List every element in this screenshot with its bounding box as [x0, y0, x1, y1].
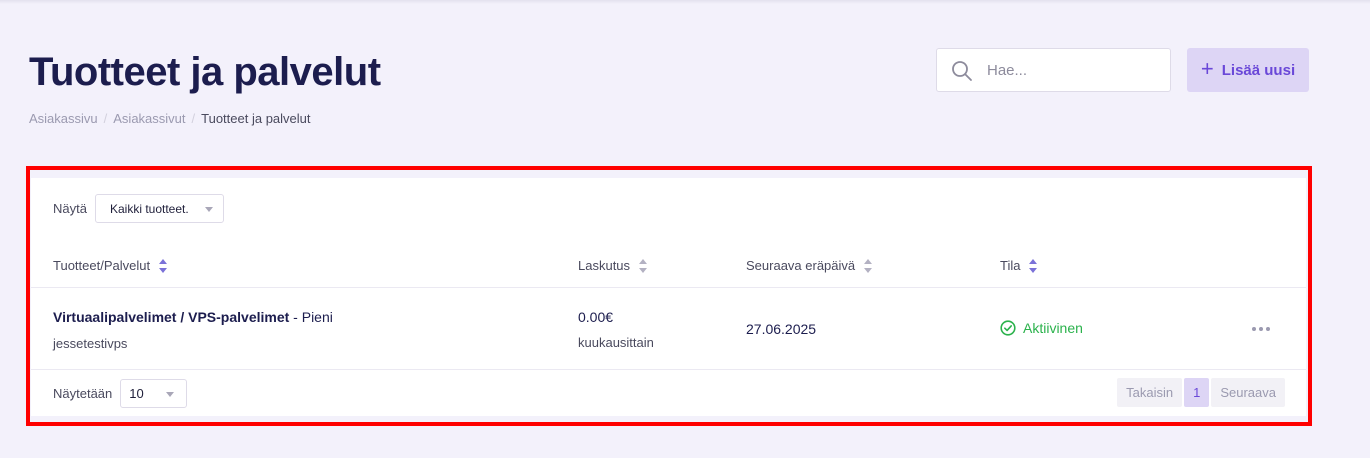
breadcrumb-item-asiakassivu[interactable]: Asiakassivu: [29, 111, 98, 126]
column-header-next-due[interactable]: Seuraava eräpäivä: [746, 258, 873, 273]
status-badge: Aktiivinen: [1000, 320, 1083, 336]
status-label: Aktiivinen: [1023, 320, 1083, 336]
plus-icon: +: [1200, 56, 1214, 81]
page-title: Tuotteet ja palvelut: [29, 50, 381, 94]
more-actions-icon[interactable]: [1252, 327, 1270, 331]
billing-amount: 0.00€: [578, 309, 614, 325]
column-header-status[interactable]: Tila: [1000, 258, 1038, 273]
column-header-label: Laskutus: [578, 258, 631, 273]
product-name[interactable]: Virtuaalipalvelimet / VPS-palvelimet: [53, 309, 289, 325]
billing-cycle: kuukausittain: [578, 335, 654, 350]
column-header-label: Tila: [1000, 258, 1021, 273]
product-filter-value: Kaikki tuotteet.: [109, 201, 189, 216]
filter-label: Näytä: [53, 201, 87, 216]
column-header-label: Seuraava eräpäivä: [746, 258, 856, 273]
page-button-current[interactable]: 1: [1184, 378, 1210, 407]
column-header-billing[interactable]: Laskutus: [578, 258, 648, 273]
check-circle-icon: [1000, 320, 1016, 336]
sort-icon: [159, 258, 168, 273]
top-bar-shadow: [0, 0, 1370, 4]
table-footer: Näytetään 10 Takaisin 1 Seuraava: [31, 371, 1306, 416]
table-header: Tuotteet/Palvelut Laskutus Seuraava eräp…: [31, 256, 1306, 288]
search-icon: [951, 60, 973, 82]
add-new-label: Lisää uusi: [1221, 61, 1296, 79]
sort-icon: [864, 258, 873, 273]
breadcrumb-item-current: Tuotteet ja palvelut: [201, 111, 311, 126]
chevron-down-icon: [166, 392, 175, 397]
breadcrumb-separator: /: [103, 111, 108, 126]
breadcrumb: Asiakassivu / Asiakassivut / Tuotteet ja…: [29, 111, 311, 126]
sort-icon: [639, 258, 648, 273]
products-card: Näytä Kaikki tuotteet. Tuotteet/Palvelut…: [31, 178, 1306, 416]
due-date: 27.06.2025: [746, 321, 817, 337]
per-page-label: Näytetään: [53, 386, 113, 401]
per-page-select[interactable]: 10: [120, 379, 188, 408]
add-new-button[interactable]: + Lisää uusi: [1187, 48, 1309, 92]
per-page-value: 10: [129, 386, 144, 401]
column-header-products[interactable]: Tuotteet/Palvelut: [53, 258, 168, 273]
breadcrumb-separator: /: [191, 111, 196, 126]
pagination: Takaisin 1 Seuraava: [1117, 378, 1285, 407]
product-variant: - Pieni: [289, 309, 333, 325]
previous-page-button[interactable]: Takaisin: [1117, 378, 1183, 407]
next-page-button[interactable]: Seuraava: [1211, 378, 1285, 407]
breadcrumb-item-asiakassivut[interactable]: Asiakassivut: [113, 111, 185, 126]
billing-cell: 0.00€ kuukausittain: [578, 309, 654, 350]
chevron-down-icon: [204, 207, 213, 212]
filter-row: Näytä Kaikki tuotteet.: [53, 194, 224, 223]
column-header-label: Tuotteet/Palvelut: [53, 258, 151, 273]
product-cell: Virtuaalipalvelimet / VPS-palvelimet - P…: [53, 309, 333, 351]
table-row[interactable]: Virtuaalipalvelimet / VPS-palvelimet - P…: [31, 289, 1306, 370]
product-domain: jessetestivps: [53, 336, 128, 351]
product-filter-select[interactable]: Kaikki tuotteet.: [94, 194, 224, 223]
search-input[interactable]: [987, 59, 1157, 81]
search-box[interactable]: [936, 48, 1171, 92]
sort-icon: [1029, 258, 1038, 273]
per-page-control: Näytetään 10: [53, 379, 188, 408]
